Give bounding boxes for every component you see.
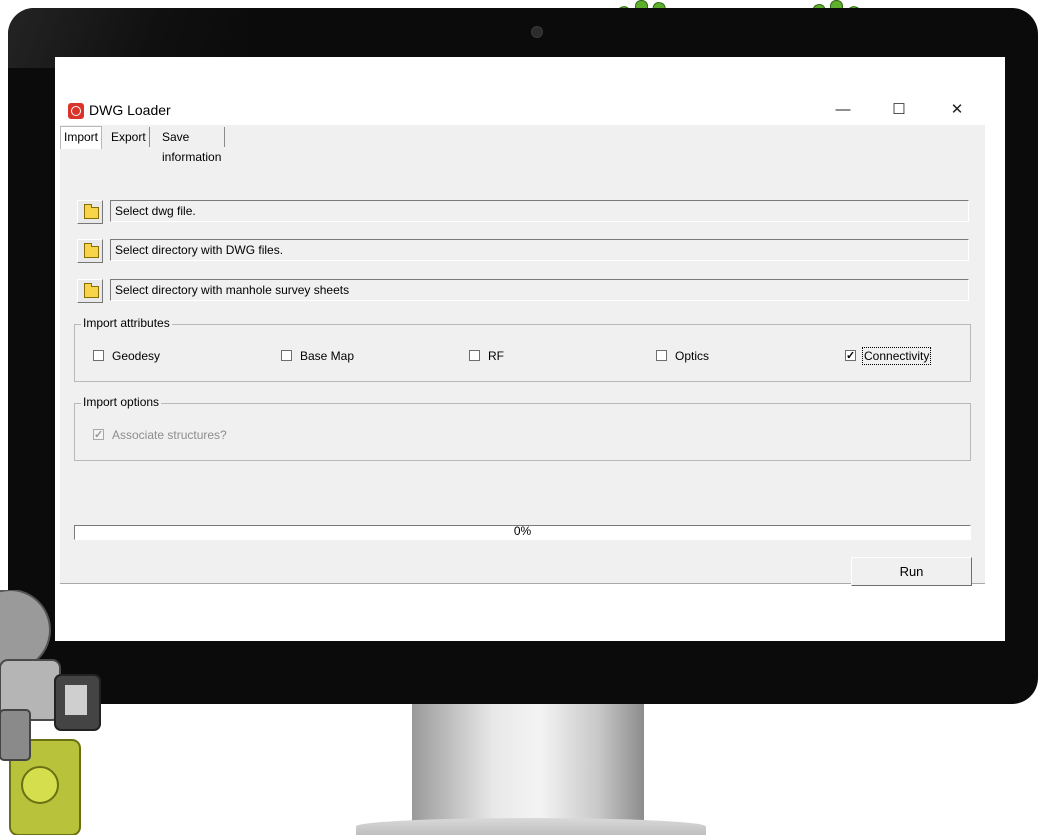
- associate-structures-checkbox[interactable]: Associate structures?: [93, 427, 227, 443]
- dwg-file-path-field[interactable]: Select dwg file.: [110, 200, 969, 222]
- app-logo-icon: [68, 103, 84, 119]
- rf-checkbox[interactable]: RF: [469, 348, 504, 364]
- dwg-directory-path-field[interactable]: Select directory with DWG files.: [110, 239, 969, 261]
- maximize-button[interactable]: ☐: [876, 95, 922, 125]
- checkbox-box-checked: [93, 427, 104, 443]
- survey-directory-row: Select directory with manhole survey she…: [77, 279, 977, 303]
- webcam-icon: [531, 26, 543, 38]
- base-map-label: Base Map: [300, 349, 355, 363]
- minimize-button[interactable]: —: [820, 95, 866, 125]
- monitor-stand-base: [356, 818, 706, 835]
- run-button[interactable]: Run: [851, 557, 972, 586]
- title-bar[interactable]: DWG Loader — ☐ ✕: [60, 95, 985, 125]
- progress-percent: 0%: [513, 524, 532, 538]
- folder-icon: [84, 243, 99, 258]
- browse-dwg-file-button[interactable]: [77, 200, 103, 224]
- base-map-checkbox[interactable]: Base Map: [281, 348, 354, 364]
- tab-save-information[interactable]: Save information: [159, 127, 226, 164]
- geodesy-checkbox[interactable]: Geodesy: [93, 348, 160, 364]
- import-attributes-label: Import attributes: [81, 316, 172, 330]
- monitor-stand: [412, 704, 644, 822]
- tab-export[interactable]: Export: [108, 127, 150, 147]
- checkbox-box-checked: [845, 348, 856, 364]
- checkbox-box: [469, 350, 480, 361]
- survey-directory-path-field[interactable]: Select directory with manhole survey she…: [110, 279, 969, 301]
- monitor-screen: DWG Loader — ☐ ✕ Import Export Save info…: [55, 57, 1005, 641]
- import-attributes-group: Import attributes Geodesy Base Map RF Op…: [74, 316, 971, 382]
- browse-survey-directory-button[interactable]: [77, 279, 103, 303]
- optics-label: Optics: [675, 349, 710, 363]
- geodesy-label: Geodesy: [112, 349, 161, 363]
- checkbox-box: [93, 350, 104, 361]
- window-title: DWG Loader: [89, 102, 171, 118]
- tab-import[interactable]: Import: [60, 126, 103, 149]
- close-button[interactable]: ✕: [934, 95, 980, 125]
- checkbox-box: [281, 350, 292, 361]
- connectivity-checkbox[interactable]: Connectivity: [845, 347, 932, 365]
- progress-bar: 0%: [74, 524, 971, 540]
- import-options-label: Import options: [81, 395, 162, 409]
- dwg-directory-row: Select directory with DWG files.: [77, 239, 977, 263]
- folder-icon: [84, 283, 99, 298]
- rf-label: RF: [488, 349, 504, 363]
- dwg-file-row: Select dwg file.: [77, 200, 977, 224]
- dwg-loader-window: DWG Loader — ☐ ✕ Import Export Save info…: [60, 95, 985, 586]
- optics-checkbox[interactable]: Optics: [656, 348, 709, 364]
- browse-dwg-directory-button[interactable]: [77, 239, 103, 263]
- connectivity-label: Connectivity: [861, 347, 932, 365]
- associate-structures-label: Associate structures?: [112, 428, 227, 442]
- folder-icon: [84, 204, 99, 219]
- checkbox-box: [656, 350, 667, 361]
- import-options-group: Import options Associate structures?: [74, 395, 971, 461]
